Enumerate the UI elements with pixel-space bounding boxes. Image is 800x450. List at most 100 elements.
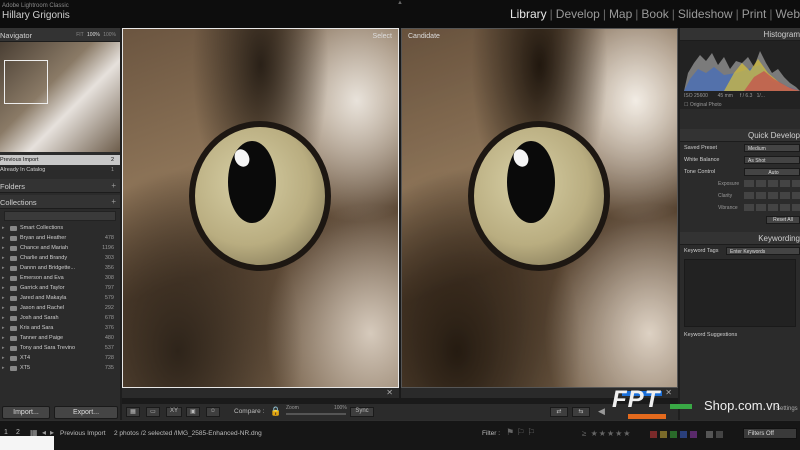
keywording-header[interactable]: Keywording: [680, 232, 800, 245]
import-button[interactable]: Import...: [2, 406, 50, 419]
people-view-icon[interactable]: ☺: [206, 407, 220, 417]
collection-item[interactable]: ▸ XT5 735: [0, 363, 120, 373]
expand-icon[interactable]: ▸: [2, 315, 5, 321]
tone-control-row: Tone Control Auto: [680, 166, 800, 178]
add-collection-icon[interactable]: +: [111, 197, 116, 206]
rating-filter[interactable]: ≥ ★★★★★: [582, 429, 631, 438]
loupe-view-icon[interactable]: ▭: [146, 407, 160, 417]
collections-filter-input[interactable]: [4, 211, 116, 221]
expand-icon[interactable]: ▸: [2, 345, 5, 351]
page-1[interactable]: 1: [4, 429, 8, 436]
exposure-buttons[interactable]: [744, 180, 800, 187]
color-filter-green[interactable]: [670, 431, 677, 438]
flag-filter-icon[interactable]: ⚑ ⚐ ⚐: [506, 427, 535, 438]
selection-info[interactable]: 2 photos /2 selected /IMG_2585-Enhanced-…: [114, 430, 262, 437]
saved-preset-select[interactable]: Medium: [744, 144, 800, 152]
color-filter-other[interactable]: [716, 431, 723, 438]
folders-header[interactable]: Folders +: [0, 179, 120, 193]
expand-icon[interactable]: ▸: [2, 255, 5, 261]
histogram-header[interactable]: Histogram: [680, 28, 800, 41]
filters-off-select[interactable]: Filters Off: [743, 428, 797, 439]
collection-item[interactable]: ▸ XT4 728: [0, 353, 120, 363]
collection-item[interactable]: ▸ Josh and Sarah 678: [0, 313, 120, 323]
module-book[interactable]: Book: [641, 7, 668, 21]
add-folder-icon[interactable]: +: [111, 181, 116, 190]
collection-item[interactable]: ▸ Dannn and Bridgette... 356: [0, 263, 120, 273]
clarity-buttons[interactable]: [744, 192, 800, 199]
module-develop[interactable]: Develop: [556, 7, 600, 21]
module-map[interactable]: Map: [609, 7, 632, 21]
expand-icon[interactable]: ▸: [2, 325, 5, 331]
expand-icon[interactable]: ▸: [2, 355, 5, 361]
zoom-fit[interactable]: FIT: [76, 32, 83, 38]
expand-icon[interactable]: ▸: [2, 285, 5, 291]
module-slideshow[interactable]: Slideshow: [678, 7, 733, 21]
lock-icon[interactable]: 🔒: [270, 406, 281, 417]
navigator-header[interactable]: Navigator FIT 100% 100%: [0, 28, 120, 42]
select-photo[interactable]: Select: [122, 28, 399, 388]
collection-item[interactable]: ▸ Bryan and Heather 478: [0, 233, 120, 243]
zoom-100-b[interactable]: 100%: [103, 32, 116, 38]
compare-label: Compare :: [234, 408, 265, 415]
module-print[interactable]: Print: [742, 7, 767, 21]
color-filter-yellow[interactable]: [660, 431, 667, 438]
original-photo-checkbox[interactable]: ☐ Original Photo: [684, 102, 722, 108]
collection-item[interactable]: ▸ Tanner and Paige 480: [0, 333, 120, 343]
left-panel: Navigator FIT 100% 100% Previous Import …: [0, 28, 120, 420]
collection-item[interactable]: ▸ Emerson and Eva 308: [0, 273, 120, 283]
zoom-100-a[interactable]: 100%: [87, 32, 100, 38]
histogram-graph: [684, 51, 800, 91]
keyword-entry-area[interactable]: [684, 259, 796, 327]
collapse-top-panel-icon[interactable]: ▲: [397, 0, 403, 6]
collection-item[interactable]: ▸ Smart Collections: [0, 223, 120, 233]
page-2[interactable]: 2: [16, 429, 20, 436]
catalog-item-already-in-catalog[interactable]: Already In Catalog 1: [0, 165, 120, 175]
collection-item[interactable]: ▸ Charlie and Brandy 303: [0, 253, 120, 263]
expand-icon[interactable]: ▸: [2, 275, 5, 281]
navigator-preview[interactable]: [0, 42, 120, 152]
color-filter-purple[interactable]: [690, 431, 697, 438]
tone-auto-button[interactable]: Auto: [744, 168, 800, 176]
quick-develop-header[interactable]: Quick Develop: [680, 129, 800, 142]
collection-item[interactable]: ▸ Kris and Sara 376: [0, 323, 120, 333]
reset-all-button[interactable]: Reset All: [766, 216, 800, 224]
collection-item[interactable]: ▸ Chance and Mariah 1196: [0, 243, 120, 253]
sync-button[interactable]: Sync: [350, 407, 374, 417]
candidate-photo[interactable]: Candidate: [401, 28, 678, 388]
collection-item[interactable]: ▸ Jason and Rachel 292: [0, 303, 120, 313]
swap-icon[interactable]: ⇄: [550, 407, 568, 417]
color-filter-red[interactable]: [650, 431, 657, 438]
collection-item[interactable]: ▸ Tony and Sara Trevino 537: [0, 343, 120, 353]
previous-photo-icon[interactable]: ◀: [598, 406, 605, 417]
expand-icon[interactable]: ▸: [2, 235, 5, 241]
export-button[interactable]: Export...: [54, 406, 118, 419]
module-library[interactable]: Library: [510, 7, 547, 21]
catalog-item-previous-import[interactable]: Previous Import 2: [0, 155, 120, 165]
expand-icon[interactable]: ▸: [2, 335, 5, 341]
keyword-tags-select[interactable]: Enter Keywords: [726, 247, 800, 255]
color-filter-blue[interactable]: [680, 431, 687, 438]
vibrance-buttons[interactable]: [744, 204, 800, 211]
expand-icon[interactable]: ▸: [2, 245, 5, 251]
expand-icon[interactable]: ▸: [2, 265, 5, 271]
expand-icon[interactable]: ▸: [2, 365, 5, 371]
zoom-slider[interactable]: [286, 413, 346, 415]
expand-icon[interactable]: ▸: [2, 295, 5, 301]
close-select-icon[interactable]: ✕: [386, 388, 393, 397]
folders-title: Folders: [0, 182, 26, 191]
expand-icon[interactable]: ▸: [2, 305, 5, 311]
compare-view-icon[interactable]: XY: [166, 407, 182, 417]
grid-view-icon[interactable]: ▦: [126, 407, 140, 417]
collection-icon: [10, 286, 17, 291]
source-label[interactable]: Previous Import: [60, 430, 106, 437]
navigator-viewport-box[interactable]: [4, 60, 48, 104]
expand-icon[interactable]: ▸: [2, 225, 5, 231]
make-select-icon[interactable]: ⇆: [572, 407, 590, 417]
module-web[interactable]: Web: [776, 7, 800, 21]
white-balance-select[interactable]: As Shot: [744, 156, 800, 164]
survey-view-icon[interactable]: ▣: [186, 407, 200, 417]
collection-item[interactable]: ▸ Jared and Makayla 579: [0, 293, 120, 303]
collection-item[interactable]: ▸ Garrick and Taylor 797: [0, 283, 120, 293]
collections-header[interactable]: Collections +: [0, 195, 120, 209]
color-filter-none[interactable]: [706, 431, 713, 438]
